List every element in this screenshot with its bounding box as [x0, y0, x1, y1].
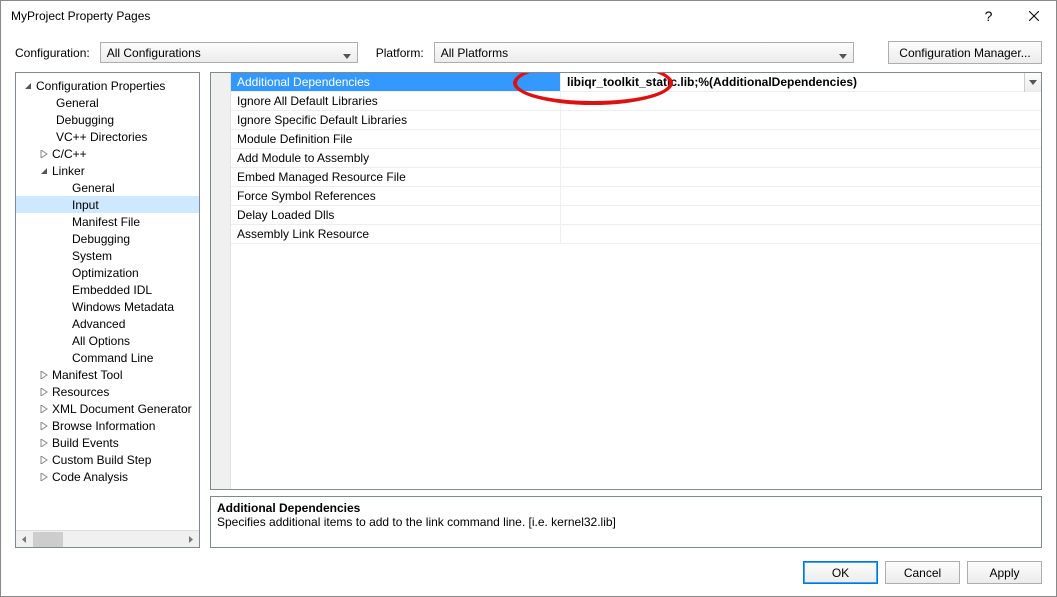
property-label: Module Definition File [231, 130, 561, 148]
property-value[interactable]: libiqr_toolkit_static.lib;%(AdditionalDe… [561, 73, 1041, 91]
tree-item-browse[interactable]: Browse Information [16, 417, 199, 434]
property-label: Ignore Specific Default Libraries [231, 111, 561, 129]
tree-item-general[interactable]: General [16, 94, 199, 111]
tree-item-custom-build[interactable]: Custom Build Step [16, 451, 199, 468]
tree-item-linker[interactable]: Linker [16, 162, 199, 179]
tree-item-code-analysis[interactable]: Code Analysis [16, 468, 199, 485]
tree-item-build-events[interactable]: Build Events [16, 434, 199, 451]
tree-item-linker-embedded-idl[interactable]: Embedded IDL [16, 281, 199, 298]
property-label: Force Symbol References [231, 187, 561, 205]
platform-dropdown[interactable]: All Platforms [434, 42, 854, 63]
property-row[interactable]: Add Module to Assembly [231, 149, 1041, 168]
tree-item-linker-cmdline[interactable]: Command Line [16, 349, 199, 366]
scroll-right-icon[interactable] [182, 531, 199, 548]
cancel-button[interactable]: Cancel [885, 561, 960, 584]
property-label: Embed Managed Resource File [231, 168, 561, 186]
tree-item-linker-general[interactable]: General [16, 179, 199, 196]
platform-value: All Platforms [441, 46, 508, 60]
scroll-left-icon[interactable] [16, 531, 33, 548]
twisty-closed-icon [38, 439, 50, 447]
property-label: Assembly Link Resource [231, 225, 561, 243]
tree-item-xmlgen[interactable]: XML Document Generator [16, 400, 199, 417]
property-value[interactable] [561, 130, 1041, 148]
chevron-down-icon [343, 49, 351, 63]
configuration-label: Configuration: [15, 46, 90, 60]
twisty-closed-icon [38, 388, 50, 396]
property-row[interactable]: Force Symbol References [231, 187, 1041, 206]
property-row[interactable]: Ignore Specific Default Libraries [231, 111, 1041, 130]
grid-gutter [211, 73, 231, 489]
tree-item-linker-system[interactable]: System [16, 247, 199, 264]
chevron-down-icon [839, 49, 847, 63]
property-row[interactable]: Assembly Link Resource [231, 225, 1041, 244]
tree-item-linker-optimization[interactable]: Optimization [16, 264, 199, 281]
help-button[interactable]: ? [966, 1, 1011, 31]
property-grid: Additional Dependencieslibiqr_toolkit_st… [210, 72, 1042, 490]
property-value[interactable] [561, 149, 1041, 167]
property-row[interactable]: Delay Loaded Dlls [231, 206, 1041, 225]
scroll-thumb[interactable] [33, 532, 63, 547]
horizontal-scrollbar[interactable] [16, 530, 199, 547]
tree-item-manifest-tool[interactable]: Manifest Tool [16, 366, 199, 383]
tree-item-vcxx[interactable]: VC++ Directories [16, 128, 199, 145]
tree-item-linker-input[interactable]: Input [16, 196, 199, 213]
twisty-closed-icon [38, 371, 50, 379]
property-label: Ignore All Default Libraries [231, 92, 561, 110]
property-value[interactable] [561, 92, 1041, 110]
tree-item-ccpp[interactable]: C/C++ [16, 145, 199, 162]
tree-item-resources[interactable]: Resources [16, 383, 199, 400]
tree-item-linker-win-metadata[interactable]: Windows Metadata [16, 298, 199, 315]
configuration-value: All Configurations [107, 46, 201, 60]
property-label: Add Module to Assembly [231, 149, 561, 167]
description-title: Additional Dependencies [217, 501, 1035, 515]
apply-button[interactable]: Apply [967, 561, 1042, 584]
twisty-open-icon [22, 82, 34, 90]
twisty-closed-icon [38, 150, 50, 158]
property-row[interactable]: Module Definition File [231, 130, 1041, 149]
tree-item-linker-debugging[interactable]: Debugging [16, 230, 199, 247]
tree-item-linker-advanced[interactable]: Advanced [16, 315, 199, 332]
configuration-manager-button[interactable]: Configuration Manager... [888, 41, 1042, 64]
property-tree[interactable]: Configuration Properties General Debuggi… [15, 72, 200, 548]
property-label: Additional Dependencies [231, 73, 561, 91]
description-body: Specifies additional items to add to the… [217, 515, 1035, 529]
tree-root[interactable]: Configuration Properties [16, 77, 199, 94]
twisty-open-icon [38, 167, 50, 175]
platform-label: Platform: [376, 46, 424, 60]
property-value[interactable] [561, 206, 1041, 224]
configuration-dropdown[interactable]: All Configurations [100, 42, 358, 63]
property-value[interactable] [561, 168, 1041, 186]
window-title: MyProject Property Pages [11, 9, 966, 23]
ok-button[interactable]: OK [803, 561, 878, 584]
twisty-closed-icon [38, 456, 50, 464]
property-row[interactable]: Embed Managed Resource File [231, 168, 1041, 187]
twisty-closed-icon [38, 422, 50, 430]
twisty-closed-icon [38, 473, 50, 481]
property-label: Delay Loaded Dlls [231, 206, 561, 224]
property-value[interactable] [561, 187, 1041, 205]
tree-item-debugging[interactable]: Debugging [16, 111, 199, 128]
property-value[interactable] [561, 111, 1041, 129]
description-panel: Additional Dependencies Specifies additi… [210, 496, 1042, 548]
property-row[interactable]: Additional Dependencieslibiqr_toolkit_st… [231, 73, 1041, 92]
tree-item-linker-manifest[interactable]: Manifest File [16, 213, 199, 230]
twisty-closed-icon [38, 405, 50, 413]
property-value[interactable] [561, 225, 1041, 243]
property-row[interactable]: Ignore All Default Libraries [231, 92, 1041, 111]
dropdown-arrow-icon[interactable] [1024, 73, 1041, 92]
tree-item-linker-all-options[interactable]: All Options [16, 332, 199, 349]
close-button[interactable] [1011, 1, 1056, 31]
